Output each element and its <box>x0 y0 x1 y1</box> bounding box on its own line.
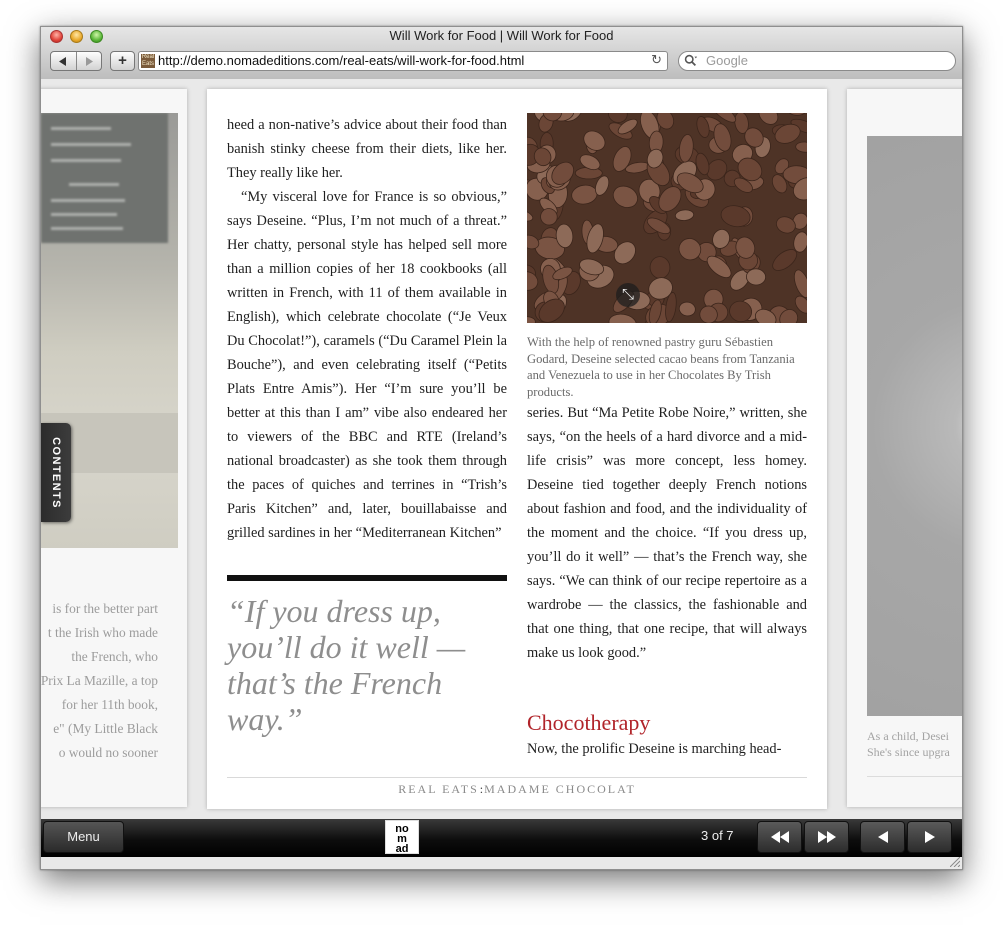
rewind-button[interactable] <box>757 821 802 853</box>
browser-window: Will Work for Food | Will Work for Food … <box>40 26 963 870</box>
previous-page-line: the French, who <box>71 649 158 664</box>
forward-arrow-icon <box>85 56 93 66</box>
previous-page-line: is for the better part <box>52 601 158 616</box>
previous-page-line: for her 11th book, <box>61 697 158 712</box>
add-bookmark-button[interactable]: + <box>110 51 135 71</box>
page-footer: REAL EATS:MADAME CHOCOLAT <box>207 782 827 797</box>
next-page-button[interactable] <box>907 821 952 853</box>
page-indicator: 3 of 7 <box>701 828 734 843</box>
chocolate-photo <box>527 113 807 323</box>
forward-button[interactable] <box>75 52 102 70</box>
pullquote: “If you dress up, you’ll do it well — th… <box>227 593 466 737</box>
window-title: Will Work for Food | Will Work for Food <box>389 28 614 43</box>
site-favicon: Real Eats <box>141 54 155 68</box>
contents-tab[interactable]: CONTENTS <box>41 423 71 522</box>
reload-icon[interactable]: ↻ <box>651 53 662 68</box>
back-arrow-icon <box>59 56 67 66</box>
previous-page-line: o would no sooner <box>58 745 158 760</box>
url-text: http://demo.nomadeditions.com/real-eats/… <box>158 53 525 68</box>
nomad-logo: no m ad <box>385 820 419 854</box>
next-page-caption-line: As a child, Desei <box>867 729 949 743</box>
previous-page-text: is for the better part t the Irish who m… <box>41 597 158 765</box>
back-button[interactable] <box>51 52 76 70</box>
footer-rule <box>227 777 807 778</box>
photo-caption: With the help of renowned pastry guru Sé… <box>527 335 795 399</box>
article-continuation: Now, the prolific Deseine is marching he… <box>527 741 782 757</box>
article-column-left: heed a non-native’s advice about their f… <box>227 113 507 545</box>
menu-button[interactable]: Menu <box>43 821 124 853</box>
previous-page-line: t the Irish who made <box>47 625 158 640</box>
history-nav <box>50 51 102 71</box>
search-placeholder: Google <box>706 53 748 68</box>
footer-section: REAL EATS <box>398 782 479 796</box>
next-page-icon <box>924 831 935 843</box>
browser-chrome: Will Work for Food | Will Work for Food … <box>41 27 962 80</box>
reader-viewport: is for the better part t the Irish who m… <box>41 79 962 819</box>
previous-page-button[interactable] <box>860 821 905 853</box>
article-paragraph: “My visceral love for France is so obvio… <box>227 189 507 541</box>
next-page-caption-line: She's since upgra <box>867 745 950 759</box>
contents-tab-label: CONTENTS <box>50 436 62 509</box>
previous-page-line: Prix La Mazille, a top <box>41 673 158 688</box>
logo-text-bottom: ad <box>396 843 409 853</box>
fast-forward-icon <box>817 831 836 843</box>
article-column-right: series. But “Ma Petite Robe Noire,” writ… <box>527 401 807 665</box>
reader-control-bar: Menu no m ad 3 of 7 <box>41 819 962 857</box>
pullquote-rule <box>227 575 507 581</box>
current-page: heed a non-native’s advice about their f… <box>207 89 827 809</box>
search-field[interactable]: Google <box>678 51 956 71</box>
previous-page-line: e" (My Little Black <box>53 721 158 736</box>
article-paragraph: heed a non-native’s advice about their f… <box>227 117 507 181</box>
fast-forward-button[interactable] <box>804 821 849 853</box>
next-page[interactable]: As a child, Desei She's since upgra <box>847 89 962 807</box>
next-page-rule <box>867 776 962 777</box>
previous-page-icon <box>877 831 888 843</box>
search-icon <box>684 54 698 66</box>
expand-image-icon[interactable]: ⤡ <box>616 283 640 307</box>
section-subhead: Chocotherapy <box>527 710 651 735</box>
footer-title: MADAME CHOCOLAT <box>484 782 636 796</box>
rewind-icon <box>770 831 789 843</box>
resize-grip-icon[interactable] <box>950 857 960 867</box>
next-page-caption: As a child, Desei She's since upgra <box>867 728 962 760</box>
article-paragraph: series. But “Ma Petite Robe Noire,” writ… <box>527 405 807 661</box>
address-bar[interactable]: Real Eats http://demo.nomadeditions.com/… <box>138 51 668 71</box>
next-page-photo <box>867 136 962 716</box>
